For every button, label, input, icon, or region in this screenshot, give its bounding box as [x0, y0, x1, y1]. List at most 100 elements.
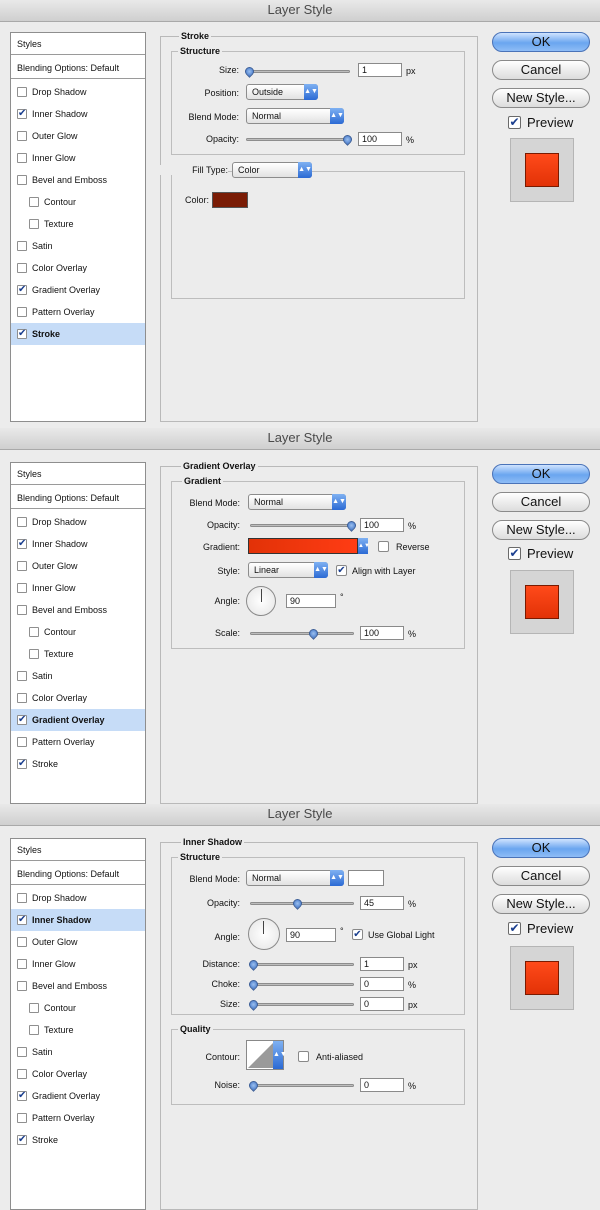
blend-mode-dropdown[interactable]: Normal ▲▼ [246, 108, 344, 124]
style-item-gradient-overlay[interactable]: ✔ Gradient Overlay [11, 279, 145, 301]
anti-aliased-checkbox[interactable] [298, 1051, 309, 1062]
texture-checkbox[interactable] [29, 1025, 39, 1035]
distance-input[interactable]: 1 [360, 957, 404, 971]
angle-input[interactable]: 90 [286, 928, 336, 942]
texture-checkbox[interactable] [29, 649, 39, 659]
choke-input[interactable]: 0 [360, 977, 404, 991]
style-item-color-overlay[interactable]: Color Overlay [11, 687, 145, 709]
color-overlay-checkbox[interactable] [17, 263, 27, 273]
new-style-button[interactable]: New Style... [492, 520, 590, 540]
contour-checkbox[interactable] [29, 197, 39, 207]
scale-slider[interactable] [250, 627, 354, 640]
opacity-slider-knob[interactable] [291, 897, 304, 910]
color-overlay-checkbox[interactable] [17, 1069, 27, 1079]
style-item-contour[interactable]: Contour [11, 997, 145, 1019]
style-item-gradient-overlay[interactable]: ✔ Gradient Overlay [11, 1085, 145, 1107]
stroke-checkbox[interactable]: ✔ [17, 1135, 27, 1145]
pattern-overlay-checkbox[interactable] [17, 737, 27, 747]
style-item-inner-shadow[interactable]: ✔ Inner Shadow [11, 909, 145, 931]
ok-button[interactable]: OK [492, 464, 590, 484]
gradient-overlay-checkbox[interactable]: ✔ [17, 285, 27, 295]
style-item-texture[interactable]: Texture [11, 643, 145, 665]
style-item-pattern-overlay[interactable]: Pattern Overlay [11, 301, 145, 323]
angle-input[interactable]: 90 [286, 594, 336, 608]
opacity-slider[interactable] [250, 897, 354, 910]
cancel-button[interactable]: Cancel [492, 60, 590, 80]
angle-dial[interactable] [246, 586, 276, 616]
inner-glow-checkbox[interactable] [17, 153, 27, 163]
satin-checkbox[interactable] [17, 671, 27, 681]
styles-header[interactable]: Styles [11, 839, 145, 861]
opacity-input[interactable]: 100 [358, 132, 402, 146]
style-item-pattern-overlay[interactable]: Pattern Overlay [11, 1107, 145, 1129]
use-global-light-checkbox[interactable]: ✔ [352, 929, 363, 940]
distance-slider[interactable] [247, 958, 354, 971]
scale-input[interactable]: 100 [360, 626, 404, 640]
style-item-inner-glow[interactable]: Inner Glow [11, 577, 145, 599]
styles-header[interactable]: Styles [11, 33, 145, 55]
blending-options[interactable]: Blending Options: Default [11, 487, 145, 509]
blending-options[interactable]: Blending Options: Default [11, 863, 145, 885]
style-item-texture[interactable]: Texture [11, 213, 145, 235]
contour-picker[interactable]: ▲▼ [246, 1040, 287, 1070]
size-slider-knob[interactable] [243, 65, 256, 78]
drop-shadow-checkbox[interactable] [17, 517, 27, 527]
style-item-drop-shadow[interactable]: Drop Shadow [11, 887, 145, 909]
style-item-color-overlay[interactable]: Color Overlay [11, 257, 145, 279]
opacity-input[interactable]: 100 [360, 518, 404, 532]
position-dropdown[interactable]: Outside ▲▼ [246, 84, 318, 100]
opacity-slider-knob[interactable] [345, 519, 358, 532]
style-item-outer-glow[interactable]: Outer Glow [11, 555, 145, 577]
contour-checkbox[interactable] [29, 627, 39, 637]
style-item-satin[interactable]: Satin [11, 1041, 145, 1063]
preview-checkbox[interactable]: ✔ [508, 547, 521, 560]
style-item-stroke[interactable]: ✔ Stroke [11, 1129, 145, 1151]
stroke-color-swatch[interactable] [212, 192, 248, 208]
style-item-texture[interactable]: Texture [11, 1019, 145, 1041]
drop-shadow-checkbox[interactable] [17, 87, 27, 97]
gradient-picker[interactable] [248, 538, 358, 554]
cancel-button[interactable]: Cancel [492, 492, 590, 512]
style-item-stroke[interactable]: ✔ Stroke [11, 753, 145, 775]
style-item-bevel-emboss[interactable]: Bevel and Emboss [11, 169, 145, 191]
style-item-satin[interactable]: Satin [11, 665, 145, 687]
size-slider-knob[interactable] [247, 998, 260, 1011]
stroke-checkbox[interactable]: ✔ [17, 329, 27, 339]
style-item-bevel-emboss[interactable]: Bevel and Emboss [11, 975, 145, 997]
bevel-emboss-checkbox[interactable] [17, 605, 27, 615]
opacity-input[interactable]: 45 [360, 896, 404, 910]
styles-header[interactable]: Styles [11, 463, 145, 485]
style-item-bevel-emboss[interactable]: Bevel and Emboss [11, 599, 145, 621]
blend-mode-dropdown[interactable]: Normal ▲▼ [246, 870, 344, 886]
texture-checkbox[interactable] [29, 219, 39, 229]
satin-checkbox[interactable] [17, 241, 27, 251]
align-with-layer-checkbox[interactable]: ✔ [336, 565, 347, 576]
style-item-inner-shadow[interactable]: ✔ Inner Shadow [11, 103, 145, 125]
contour-checkbox[interactable] [29, 1003, 39, 1013]
size-slider[interactable] [243, 65, 350, 78]
style-item-drop-shadow[interactable]: Drop Shadow [11, 81, 145, 103]
new-style-button[interactable]: New Style... [492, 894, 590, 914]
inner-shadow-checkbox[interactable]: ✔ [17, 915, 27, 925]
inner-shadow-checkbox[interactable]: ✔ [17, 109, 27, 119]
style-item-outer-glow[interactable]: Outer Glow [11, 931, 145, 953]
inner-glow-checkbox[interactable] [17, 959, 27, 969]
fill-type-dropdown[interactable]: Color ▲▼ [232, 162, 312, 178]
gradient-overlay-checkbox[interactable]: ✔ [17, 1091, 27, 1101]
opacity-slider[interactable] [250, 519, 358, 532]
style-item-inner-glow[interactable]: Inner Glow [11, 147, 145, 169]
preview-checkbox[interactable]: ✔ [508, 116, 521, 129]
gradient-overlay-checkbox[interactable]: ✔ [17, 715, 27, 725]
choke-slider-knob[interactable] [247, 978, 260, 991]
size-slider[interactable] [247, 998, 354, 1011]
blend-mode-dropdown[interactable]: Normal ▲▼ [248, 494, 346, 510]
satin-checkbox[interactable] [17, 1047, 27, 1057]
distance-slider-knob[interactable] [247, 958, 260, 971]
size-input[interactable]: 1 [358, 63, 402, 77]
stroke-checkbox[interactable]: ✔ [17, 759, 27, 769]
style-item-pattern-overlay[interactable]: Pattern Overlay [11, 731, 145, 753]
outer-glow-checkbox[interactable] [17, 131, 27, 141]
style-item-stroke[interactable]: ✔ Stroke [11, 323, 145, 345]
cancel-button[interactable]: Cancel [492, 866, 590, 886]
bevel-emboss-checkbox[interactable] [17, 175, 27, 185]
